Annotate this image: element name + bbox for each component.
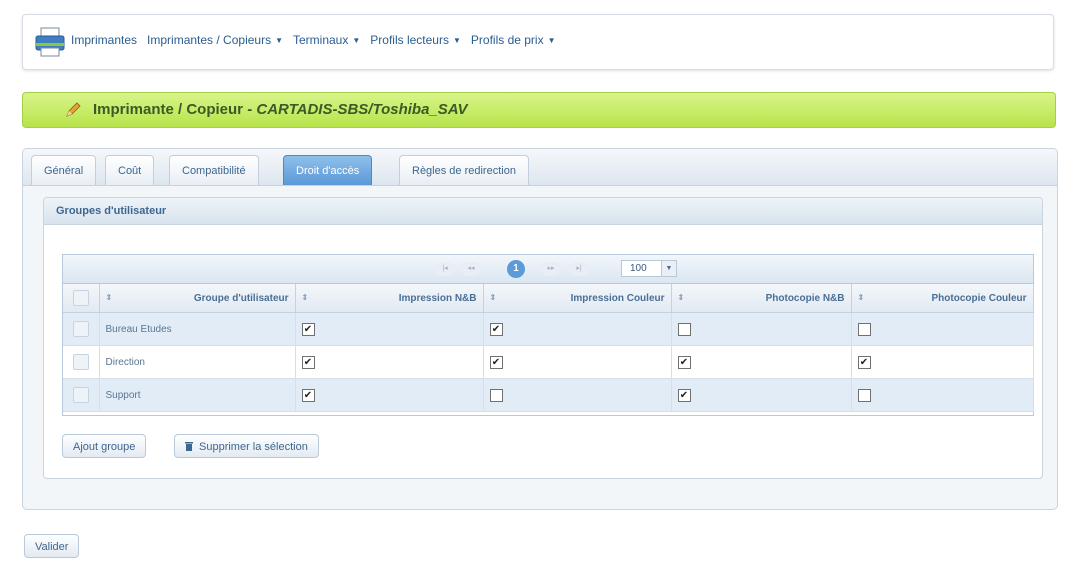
nav-item-1[interactable]: Imprimantes / Copieurs ▼ bbox=[147, 33, 283, 47]
row-select-checkbox[interactable] bbox=[72, 321, 89, 337]
chevron-down-icon: ▼ bbox=[661, 261, 676, 276]
column-header-groupe[interactable]: ⇕ Groupe d'utilisateur bbox=[99, 284, 296, 313]
row-select-cell[interactable] bbox=[63, 312, 100, 346]
permission-checkbox[interactable]: ✔ bbox=[677, 355, 691, 369]
permission-cell-impression-nb: ✔ bbox=[295, 312, 484, 346]
printer-icon bbox=[35, 27, 65, 57]
trash-icon bbox=[185, 442, 193, 451]
nav-item-label: Terminaux bbox=[293, 33, 349, 47]
tab-droit-acces[interactable]: Droit d'accès bbox=[283, 155, 373, 185]
page-title: Imprimante / Copieur - CARTADIS-SBS/Tosh… bbox=[93, 101, 468, 118]
user-groups-box: Groupes d'utilisateur |◂ ◂◂ 1 ▸▸ ▸| 100 … bbox=[43, 197, 1043, 479]
nav-item-label: Profils lecteurs bbox=[370, 33, 449, 47]
pager-prev-button[interactable]: ◂◂ bbox=[461, 262, 481, 276]
column-header-photocopie-couleur[interactable]: ⇕ Photocopie Couleur bbox=[851, 284, 1034, 313]
permission-cell-impression-couleur: ✔ bbox=[483, 345, 672, 379]
pager: |◂ ◂◂ 1 ▸▸ ▸| 100 ▼ bbox=[63, 255, 1033, 284]
pager-last-button[interactable]: ▸| bbox=[569, 262, 589, 276]
page-title-bar: Imprimante / Copieur - CARTADIS-SBS/Tosh… bbox=[22, 92, 1056, 128]
page-title-printer: CARTADIS-SBS/Toshiba_SAV bbox=[256, 101, 468, 118]
chevron-down-icon: ▼ bbox=[352, 36, 361, 46]
tab-cout[interactable]: Coût bbox=[105, 155, 155, 185]
sort-icon: ⇕ bbox=[857, 293, 865, 302]
delete-selection-label: Supprimer la sélection bbox=[199, 441, 308, 453]
permission-checkbox[interactable]: ✔ bbox=[301, 355, 315, 369]
nav-item-label: Profils de prix bbox=[470, 33, 544, 47]
permission-cell-photocopie-nb: ✔ bbox=[671, 378, 852, 412]
nav-item-label: Imprimantes bbox=[71, 33, 138, 47]
sort-icon: ⇕ bbox=[301, 293, 309, 302]
permission-checkbox[interactable] bbox=[677, 322, 691, 336]
nav-item-3[interactable]: Profils lecteurs ▼ bbox=[370, 33, 461, 47]
user-groups-heading: Groupes d'utilisateur bbox=[44, 198, 1042, 225]
nav-item-0[interactable]: Imprimantes bbox=[71, 33, 137, 47]
tabs-bar: Général Coût Compatibilité Droit d'accès… bbox=[23, 149, 1057, 186]
permission-cell-photocopie-couleur bbox=[851, 312, 1034, 346]
pencil-icon bbox=[66, 102, 81, 117]
nav-item-2[interactable]: Terminaux ▼ bbox=[293, 33, 360, 47]
table-row[interactable]: Bureau Etudes ✔ ✔ bbox=[63, 312, 1034, 346]
validate-button[interactable]: Valider bbox=[24, 534, 80, 558]
delete-selection-button[interactable]: Supprimer la sélection bbox=[174, 434, 319, 458]
tab-compatibilite[interactable]: Compatibilité bbox=[169, 155, 259, 185]
permission-cell-photocopie-couleur: ✔ bbox=[851, 345, 1034, 379]
top-navigation: Imprimantes Imprimantes / Copieurs ▼ Termin… bbox=[22, 14, 1054, 70]
user-groups-grid: |◂ ◂◂ 1 ▸▸ ▸| 100 ▼ ⇕ Groupe d'utilisate… bbox=[62, 254, 1034, 416]
tabs-panel: Général Coût Compatibilité Droit d'accès… bbox=[22, 148, 1058, 510]
nav-item-4[interactable]: Profils de prix ▼ bbox=[471, 33, 556, 47]
permission-checkbox[interactable]: ✔ bbox=[489, 322, 503, 336]
user-groups-table: ⇕ Groupe d'utilisateur ⇕ Impression N&B ⇕ I… bbox=[63, 284, 1034, 412]
table-row[interactable]: Support ✔ ✔ bbox=[63, 378, 1034, 412]
page-size-select[interactable]: 100 ▼ bbox=[621, 260, 677, 277]
column-header-impression-nb[interactable]: ⇕ Impression N&B bbox=[295, 284, 484, 313]
row-select-cell[interactable] bbox=[63, 345, 100, 379]
sort-icon: ⇕ bbox=[677, 293, 685, 302]
permission-cell-photocopie-couleur bbox=[851, 378, 1034, 412]
chevron-down-icon: ▼ bbox=[275, 36, 283, 46]
tab-regles-redirection[interactable]: Règles de redirection bbox=[399, 155, 529, 185]
table-row[interactable]: Direction ✔ ✔ ✔ ✔ bbox=[63, 345, 1034, 379]
tab-general[interactable]: Général bbox=[31, 155, 97, 185]
permission-cell-impression-couleur bbox=[483, 378, 672, 412]
permission-checkbox[interactable]: ✔ bbox=[489, 355, 503, 369]
column-header-impression-couleur[interactable]: ⇕ Impression Couleur bbox=[483, 284, 672, 313]
select-all-checkbox[interactable] bbox=[72, 290, 89, 306]
pager-next-button[interactable]: ▸▸ bbox=[541, 262, 561, 276]
chevron-down-icon: ▼ bbox=[452, 36, 461, 46]
group-name-cell: Direction bbox=[99, 345, 296, 379]
pager-current-page[interactable]: 1 bbox=[507, 260, 525, 278]
column-header-photocopie-nb[interactable]: ⇕ Photocopie N&B bbox=[671, 284, 852, 313]
permission-checkbox[interactable]: ✔ bbox=[301, 322, 315, 336]
permission-cell-impression-nb: ✔ bbox=[295, 378, 484, 412]
permission-checkbox[interactable] bbox=[857, 388, 871, 402]
permission-checkbox[interactable]: ✔ bbox=[677, 388, 691, 402]
permission-checkbox[interactable]: ✔ bbox=[301, 388, 315, 402]
row-select-cell[interactable] bbox=[63, 378, 100, 412]
permission-checkbox[interactable] bbox=[857, 322, 871, 336]
pager-first-button[interactable]: |◂ bbox=[435, 262, 455, 276]
permission-checkbox[interactable] bbox=[489, 388, 503, 402]
row-select-checkbox[interactable] bbox=[72, 354, 89, 370]
permission-cell-photocopie-nb: ✔ bbox=[671, 345, 852, 379]
group-name-cell: Support bbox=[99, 378, 296, 412]
page-size-value: 100 bbox=[630, 263, 647, 274]
page-title-main: Imprimante / Copieur - bbox=[93, 101, 257, 118]
permission-cell-impression-nb: ✔ bbox=[295, 345, 484, 379]
nav-item-label: Imprimantes / Copieurs bbox=[147, 33, 272, 47]
add-group-button[interactable]: Ajout groupe bbox=[62, 434, 147, 458]
sort-icon: ⇕ bbox=[489, 293, 497, 302]
group-name-cell: Bureau Etudes bbox=[99, 312, 296, 346]
sort-icon: ⇕ bbox=[105, 293, 113, 302]
row-select-checkbox[interactable] bbox=[72, 387, 89, 403]
permission-cell-photocopie-nb bbox=[671, 312, 852, 346]
chevron-down-icon: ▼ bbox=[547, 36, 556, 46]
permission-checkbox[interactable]: ✔ bbox=[857, 355, 871, 369]
permission-cell-impression-couleur: ✔ bbox=[483, 312, 672, 346]
select-all-header[interactable] bbox=[63, 284, 100, 313]
